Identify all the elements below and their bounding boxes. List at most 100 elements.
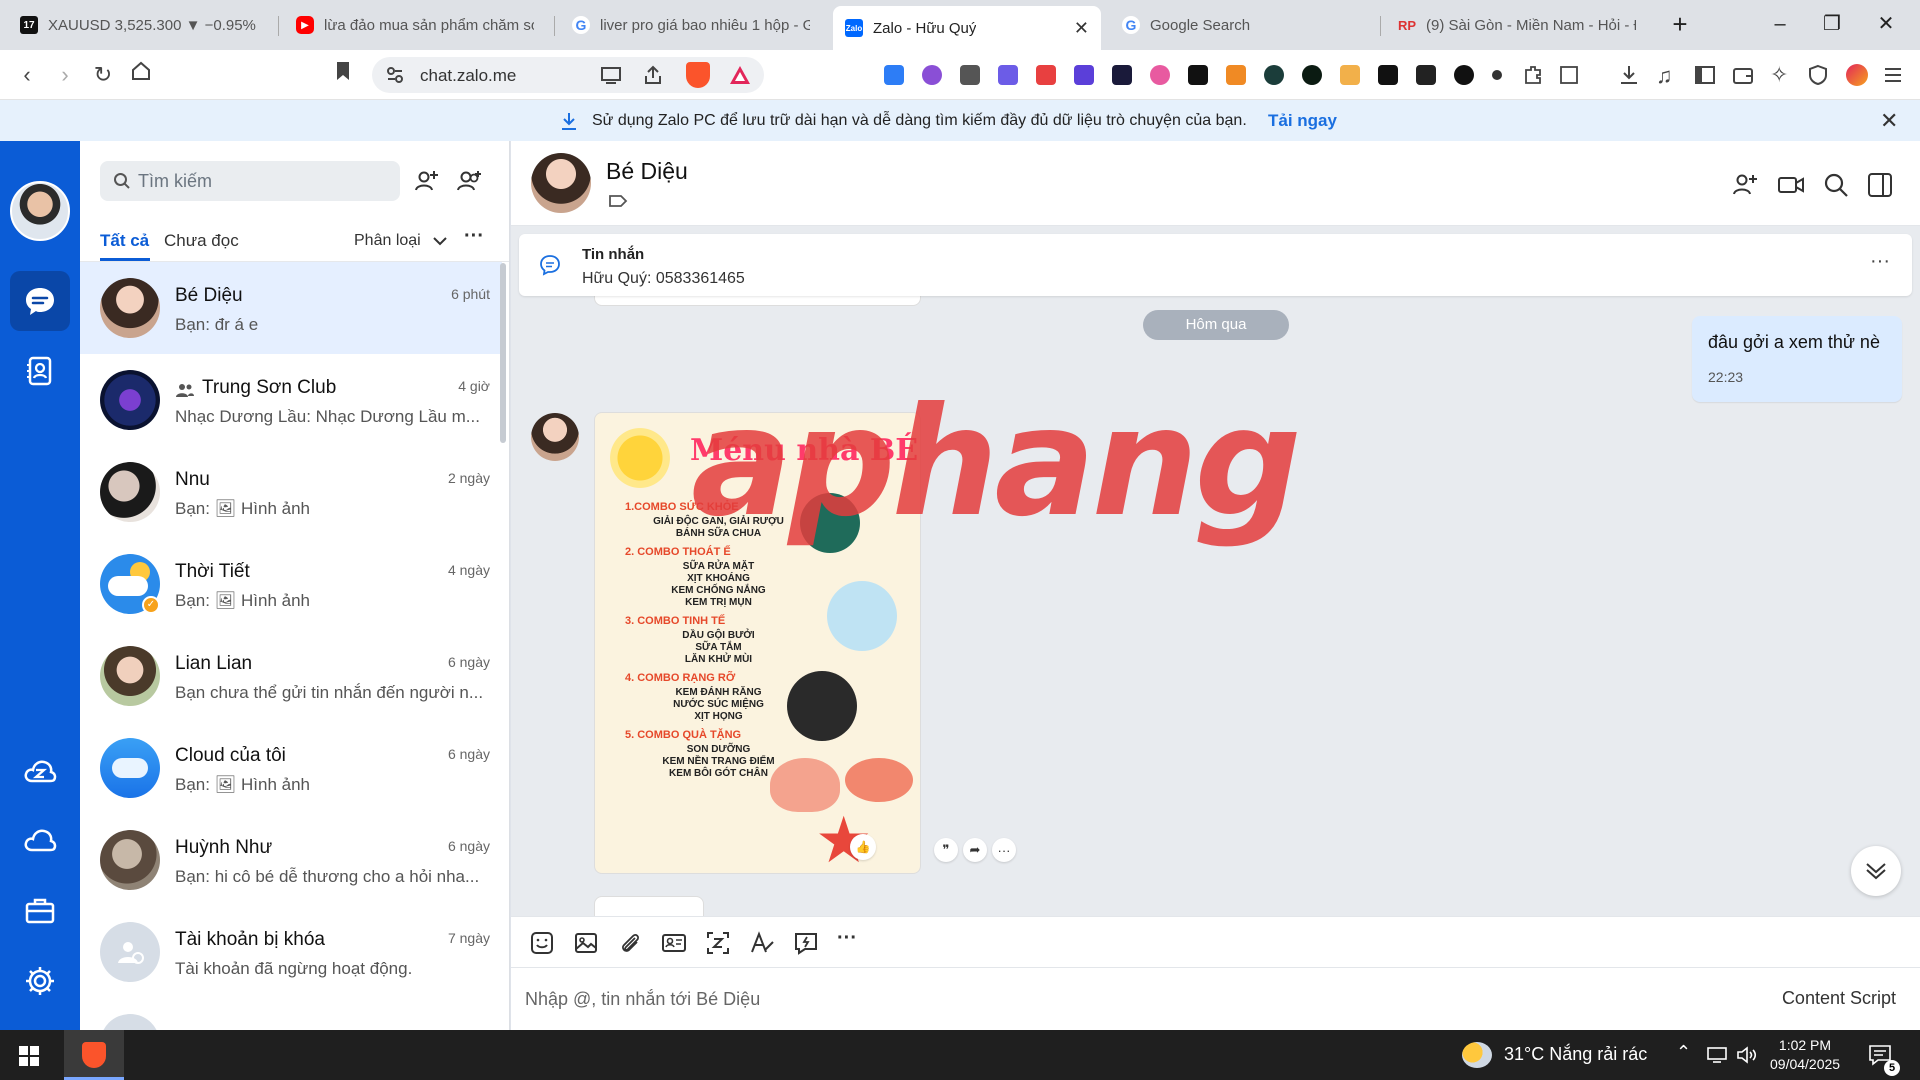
conversation-item[interactable]: Huỳnh Như 6 ngày Bạn: hi cô bé dễ thương… [80,814,502,906]
outgoing-message[interactable]: đâu gởi a xem thử nè 22:23 [1692,316,1902,402]
browser-tab[interactable]: RP (9) Sài Gòn - Miền Nam - Hỏi - Đ [1386,8,1648,42]
metamask-icon[interactable] [1226,65,1246,85]
like-reaction-icon[interactable]: 👍 [850,834,876,860]
text-format-icon[interactable] [749,930,775,956]
volume-icon[interactable] [1736,1045,1758,1065]
x-icon[interactable] [1454,65,1474,85]
more-tools-icon[interactable]: ··· [837,927,863,953]
video-call-icon[interactable] [1777,171,1805,199]
conversation-info-icon[interactable] [1866,171,1894,199]
extension-icon[interactable] [1188,65,1208,85]
sticker-icon[interactable] [529,930,555,956]
clock[interactable]: 1:02 PM 09/04/2025 [1770,1036,1840,1074]
site-settings-icon[interactable] [386,66,404,84]
search-box[interactable] [100,161,400,201]
wallet-icon[interactable] [1732,64,1754,86]
user-avatar[interactable] [10,181,70,241]
windows-start-icon[interactable] [18,1045,40,1067]
add-friend-icon[interactable] [414,168,440,194]
browser-tab[interactable]: G liver pro giá bao nhiêu 1 hộp - G [560,8,822,42]
attachment-icon[interactable] [617,930,643,956]
pinned-message-bar[interactable]: Tin nhắn Hữu Quý: 0583361465 ··· [519,234,1912,296]
image-icon[interactable] [573,930,599,956]
profile-icon[interactable] [1846,64,1868,86]
conversation-item[interactable]: Lian Lian 6 ngày Bạn chưa thể gửi tin nh… [80,630,502,722]
share-icon[interactable] [642,64,664,86]
taskbar-app-brave[interactable] [64,1030,124,1080]
extension-icon[interactable] [1264,65,1284,85]
conversation-item[interactable]: Cloud của tôi 6 ngày Bạn: 🖼 Hình ảnh [80,722,502,814]
weather-text[interactable]: 31°C Nắng rải rác [1504,1044,1647,1065]
browser-tab[interactable]: ▶ lừa đảo mua sản phẩm chăm sóc [284,8,546,42]
forward-button[interactable]: › [50,60,80,90]
extension-icon[interactable] [922,65,942,85]
browser-tab[interactable]: 17 XAUUSD 3,525.300 ▼ −0.95% Vo [8,8,270,42]
contact-avatar[interactable] [531,153,591,213]
menu-icon[interactable] [1882,65,1904,85]
cast-icon[interactable] [600,65,622,85]
browser-tab[interactable]: G Google Search [1110,8,1372,42]
sender-avatar[interactable] [531,413,579,461]
reload-button[interactable]: ↻ [88,60,118,90]
settings-tab[interactable] [10,951,70,1011]
home-button[interactable] [126,60,156,90]
restore-button[interactable]: ❐ [1812,8,1852,40]
extension-icon[interactable] [1302,65,1322,85]
brave-shields-icon[interactable] [686,62,710,88]
contacts-tab[interactable] [10,341,70,401]
extension-icon[interactable] [1074,65,1094,85]
quote-reply-icon[interactable]: ❞ [934,838,958,862]
tab-unread[interactable]: Chưa đọc [164,231,239,251]
leo-ai-icon[interactable]: ✧ [1770,62,1788,88]
cloud-tab[interactable] [10,811,70,871]
chevron-down-icon[interactable] [432,235,448,247]
screenshot-icon[interactable] [705,930,731,956]
scrollbar[interactable] [500,263,506,443]
extension-icon[interactable] [1150,65,1170,85]
reader-icon[interactable] [1558,64,1580,86]
sidebar-icon[interactable] [1694,64,1716,86]
chevron-up-icon[interactable]: ⌃ [1676,1042,1691,1063]
minimize-button[interactable]: – [1760,8,1800,40]
conversation-item[interactable] [80,998,502,1030]
content-script-label[interactable]: Content Script [1782,988,1896,1009]
download-icon[interactable] [1618,63,1640,87]
more-options-icon[interactable]: ··· [464,225,484,248]
contact-name[interactable]: Bé Diệu [606,158,688,185]
forward-icon[interactable]: ➦ [963,838,987,862]
extension-icon[interactable] [1036,65,1056,85]
puzzle-icon[interactable] [1522,64,1544,86]
extension-icon[interactable] [1416,65,1436,85]
toolbox-tab[interactable] [10,881,70,941]
vpn-shield-icon[interactable] [1808,64,1828,86]
extension-icon[interactable] [998,65,1018,85]
tab-all[interactable]: Tất cả [100,231,149,251]
extension-icon[interactable] [1378,65,1398,85]
bookmark-button[interactable] [328,60,358,90]
quick-message-icon[interactable] [793,930,819,956]
close-tab-icon[interactable]: ✕ [1066,18,1089,39]
download-now-link[interactable]: Tải ngay [1268,111,1337,131]
add-to-group-icon[interactable] [1731,171,1759,199]
extension-icon[interactable] [960,65,980,85]
weather-icon[interactable] [1462,1042,1492,1068]
conversation-item[interactable]: Trung Sơn Club 4 giờ Nhạc Dương Lầu: Nhạ… [80,354,502,446]
classify-dropdown[interactable]: Phân loại [354,232,421,250]
conversation-item[interactable]: Bé Diệu 6 phút Bạn: đr á e [80,262,502,354]
search-input[interactable] [138,161,388,201]
more-options-icon[interactable]: ··· [1870,250,1890,273]
extension-icon[interactable] [1492,70,1502,80]
music-icon[interactable]: ♫ [1656,63,1673,89]
extension-icon[interactable] [1112,65,1132,85]
conversation-item[interactable]: ✓ Thời Tiết 4 ngày Bạn: 🖼 Hình ảnh [80,538,502,630]
network-icon[interactable] [1706,1046,1728,1064]
zalo-cloud-tab[interactable] [10,741,70,801]
message-input[interactable] [525,982,1725,1016]
more-actions-icon[interactable]: ··· [992,838,1016,862]
messages-tab[interactable] [10,271,70,331]
extension-icon[interactable] [884,65,904,85]
extension-icon[interactable] [1340,65,1360,85]
brave-rewards-icon[interactable] [728,64,752,86]
create-group-icon[interactable] [456,168,484,194]
close-window-button[interactable]: ✕ [1866,8,1906,40]
